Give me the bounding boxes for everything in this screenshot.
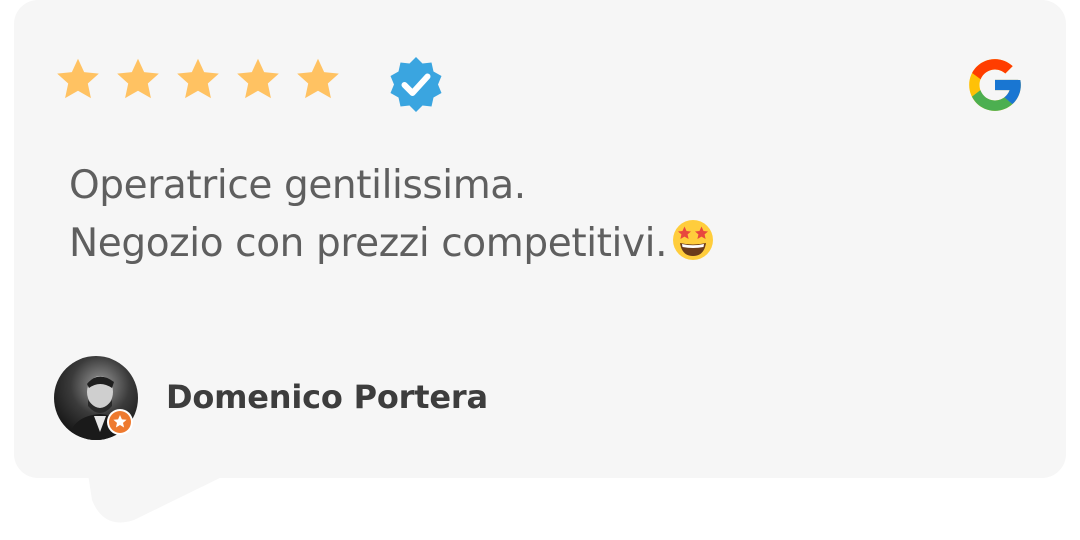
- author-name: Domenico Portera: [166, 378, 488, 416]
- review-text-line-2-wrap: Negozio con prezzi competitivi.: [69, 215, 949, 273]
- star-rating: [53, 52, 353, 108]
- star-icon: [237, 58, 279, 99]
- star-icon: [297, 58, 339, 99]
- review-text: Operatrice gentilissima. Negozio con pre…: [69, 157, 949, 273]
- star-icon: [177, 58, 219, 99]
- avatar: [54, 356, 138, 440]
- star-icon: [57, 58, 99, 99]
- google-logo-icon: [969, 59, 1021, 111]
- verified-badge-icon: [390, 57, 442, 112]
- review-text-line-2: Negozio con prezzi competitivi.: [69, 221, 668, 266]
- star-icon: [117, 58, 159, 99]
- star-struck-emoji-icon: [673, 220, 714, 260]
- review-text-line-1: Operatrice gentilissima.: [69, 163, 526, 208]
